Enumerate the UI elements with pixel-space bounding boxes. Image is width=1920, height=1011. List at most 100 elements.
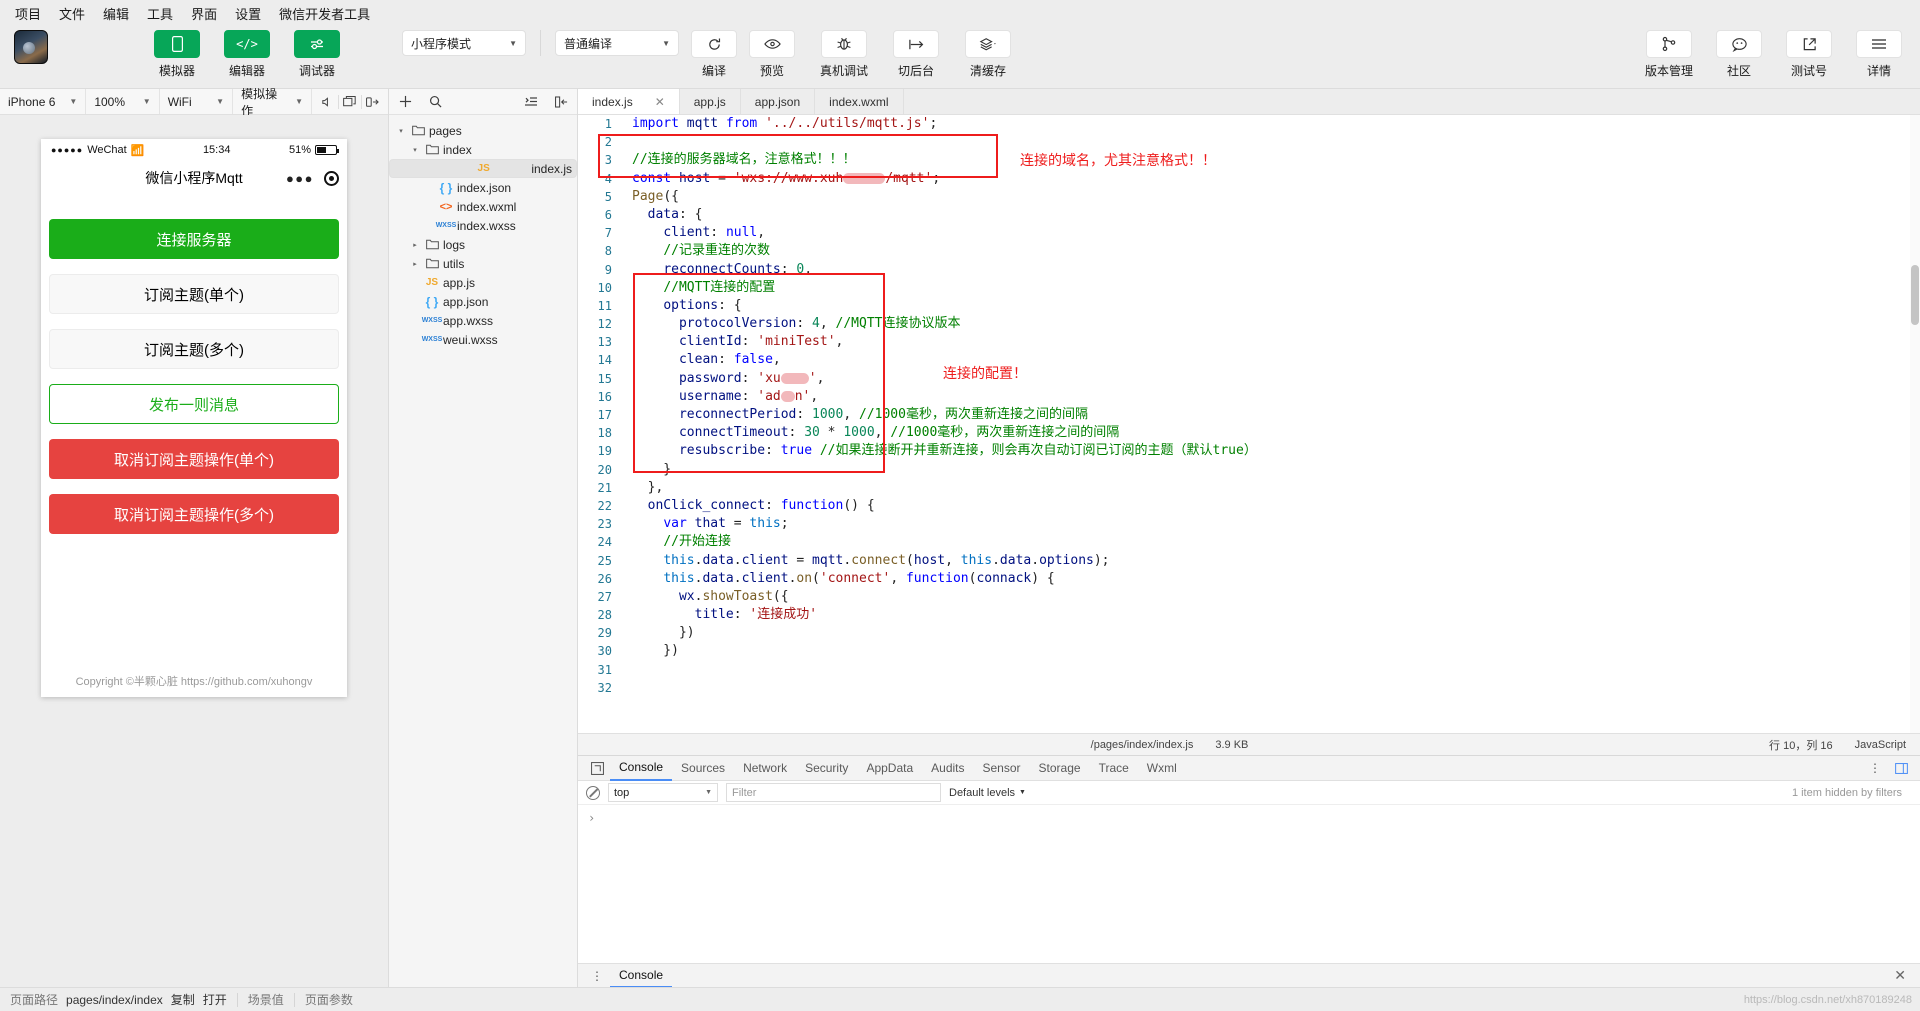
editor-scrollbar[interactable] [1910, 115, 1920, 733]
console-levels-select[interactable]: Default levels ▼ [949, 787, 1026, 799]
file-tree-item[interactable]: ▾ index [389, 140, 577, 159]
devtools-tab-console[interactable]: Console [610, 756, 673, 781]
file-tree-item[interactable]: WXSS weui.wxss [389, 330, 577, 349]
toolbar-debugger-toggle[interactable]: 调试器 [290, 30, 344, 79]
file-tree-item[interactable]: ▸ logs [389, 235, 577, 254]
devtools-tab-appdata[interactable]: AppData [857, 756, 922, 781]
chevron-right-icon[interactable]: ▸ [409, 241, 421, 249]
toolbar-community-button[interactable]: 社区 [1712, 30, 1766, 79]
code-viewport[interactable]: 1 import mqtt from '../../utils/mqtt.js';… [578, 115, 1920, 733]
console-output[interactable]: › [578, 805, 1920, 963]
devtools-tab-sensor[interactable]: Sensor [974, 756, 1030, 781]
file-tree-item[interactable]: JS app.js [389, 273, 577, 292]
code-content[interactable]: 1 import mqtt from '../../utils/mqtt.js';… [578, 115, 1920, 697]
devtools-tab-trace[interactable]: Trace [1090, 756, 1138, 781]
dock-side-icon[interactable] [1888, 762, 1914, 774]
clear-console-icon[interactable] [586, 785, 600, 800]
menu-item-project[interactable]: 项目 [6, 1, 50, 26]
publish-message-button[interactable]: 发布一则消息 [49, 384, 339, 424]
subscribe-multi-button[interactable]: 订阅主题(多个) [49, 329, 339, 369]
copy-path-button[interactable]: 复制 [171, 991, 195, 1008]
network-select[interactable]: WiFi ▼ [160, 89, 234, 114]
console-filter-input[interactable]: Filter [726, 783, 941, 802]
device-select[interactable]: iPhone 6 ▼ [0, 89, 87, 114]
menu-item-edit[interactable]: 编辑 [94, 1, 138, 26]
devtools-tab-security[interactable]: Security [796, 756, 857, 781]
devtools-tab-bar[interactable]: Console Sources Network Security AppData Audi… [578, 756, 1920, 781]
connect-server-button[interactable]: 连接服务器 [49, 219, 339, 259]
file-tree-item[interactable]: WXSS app.wxss [389, 311, 577, 330]
close-target-icon[interactable] [324, 170, 339, 186]
menu-item-devtools[interactable]: 微信开发者工具 [270, 1, 379, 26]
editor-tab[interactable]: app.json [741, 89, 816, 114]
chevron-down-icon[interactable]: ▾ [395, 127, 407, 135]
editor-tab[interactable]: app.js [680, 89, 741, 114]
volume-icon[interactable] [316, 90, 338, 114]
add-icon[interactable] [397, 93, 413, 111]
devtools-footer-tab-console[interactable]: Console [610, 963, 673, 988]
editor-tab-bar[interactable]: index.js ✕ app.js app.json index.wxml [578, 89, 1920, 115]
window-icon[interactable] [339, 90, 361, 114]
devtools-tab-network[interactable]: Network [734, 756, 796, 781]
editor-tab[interactable]: index.wxml [815, 89, 904, 114]
unsubscribe-multi-button[interactable]: 取消订阅主题操作(多个) [49, 494, 339, 534]
editor-language-mode[interactable]: JavaScript [1855, 739, 1906, 751]
battery-icon [315, 145, 339, 155]
main-toolbar: 模拟器 </> 编辑器 调试器 小程序模式 ▼ 普通编译 ▼ 编译 预览 真机调… [0, 26, 1920, 88]
zoom-select[interactable]: 100% ▼ [86, 89, 160, 114]
toolbar-testaccount-button[interactable]: 测试号 [1782, 30, 1836, 79]
simulate-action-select[interactable]: 模拟操作 ▼ [233, 87, 312, 118]
file-tree-item[interactable]: <> index.wxml [389, 197, 577, 216]
menu-item-file[interactable]: 文件 [50, 1, 94, 26]
file-tree-item[interactable]: JS index.js [389, 159, 577, 178]
menu-item-interface[interactable]: 界面 [182, 1, 226, 26]
toolbar-editor-toggle[interactable]: </> 编辑器 [220, 30, 274, 79]
console-context-select[interactable]: top ▼ [608, 783, 718, 802]
close-icon[interactable]: ✕ [1886, 967, 1914, 984]
mode-select[interactable]: 小程序模式 ▼ [402, 30, 526, 56]
close-icon[interactable]: ✕ [655, 95, 665, 109]
toolbar-preview-button[interactable]: 预览 [745, 30, 799, 79]
devtools-more-icon[interactable]: ⋮ [1862, 761, 1888, 775]
chevron-down-icon: ▼ [705, 789, 712, 796]
toolbar-version-button[interactable]: 版本管理 [1642, 30, 1696, 79]
devtools-tab-wxml[interactable]: Wxml [1138, 756, 1186, 781]
compile-select[interactable]: 普通编译 ▼ [555, 30, 679, 56]
drawer-menu-icon[interactable]: ⋮ [584, 969, 610, 983]
devtools-tab-storage[interactable]: Storage [1030, 756, 1090, 781]
toolbar-compile-button[interactable]: 编译 [687, 30, 741, 79]
file-tree-item[interactable]: ▾ pages [389, 121, 577, 140]
more-dots-icon[interactable]: ●●● [286, 171, 314, 186]
toolbar-divider [540, 30, 541, 56]
sidebar-icon[interactable] [553, 93, 569, 111]
subscribe-single-button[interactable]: 订阅主题(单个) [49, 274, 339, 314]
toolbar-details-button[interactable]: 详情 [1852, 30, 1906, 79]
search-icon[interactable] [427, 93, 443, 111]
chevron-down-icon[interactable]: ▾ [409, 146, 421, 154]
file-tree-item[interactable]: { } app.json [389, 292, 577, 311]
editor-tab[interactable]: index.js ✕ [578, 89, 680, 114]
toolbar-realdevice-button[interactable]: 真机调试 [817, 30, 871, 79]
menu-item-tools[interactable]: 工具 [138, 1, 182, 26]
file-tree-item[interactable]: { } index.json [389, 178, 577, 197]
toolbar-background-button[interactable]: 切后台 [889, 30, 943, 79]
unsubscribe-single-button[interactable]: 取消订阅主题操作(单个) [49, 439, 339, 479]
collapse-icon[interactable] [523, 93, 539, 111]
rotate-icon[interactable] [362, 90, 384, 114]
devtools-tab-sources[interactable]: Sources [672, 756, 734, 781]
chevron-right-icon[interactable]: ▸ [409, 260, 421, 268]
eye-icon [749, 30, 795, 58]
menu-item-settings[interactable]: 设置 [226, 1, 270, 26]
file-tree-list[interactable]: ▾ pages ▾ index JS index.js { } index.json <> ind… [389, 115, 577, 987]
inspect-element-icon[interactable] [584, 761, 610, 775]
capsule-buttons[interactable]: ●●● [286, 170, 339, 186]
toolbar-simulator-toggle[interactable]: 模拟器 [150, 30, 204, 79]
toolbar-clearcache-button[interactable]: 清缓存 [961, 30, 1015, 79]
phone-status-bar: ●●●●● WeChat 📶 15:34 51% [41, 139, 347, 161]
file-tree-item[interactable]: ▸ utils [389, 254, 577, 273]
watermark-text: https://blog.csdn.net/xh870189248 [1743, 993, 1912, 1006]
devtools-tab-audits[interactable]: Audits [922, 756, 973, 781]
open-path-button[interactable]: 打开 [203, 991, 227, 1008]
editor-scrollbar-thumb[interactable] [1911, 265, 1919, 325]
file-tree-item[interactable]: WXSS index.wxss [389, 216, 577, 235]
